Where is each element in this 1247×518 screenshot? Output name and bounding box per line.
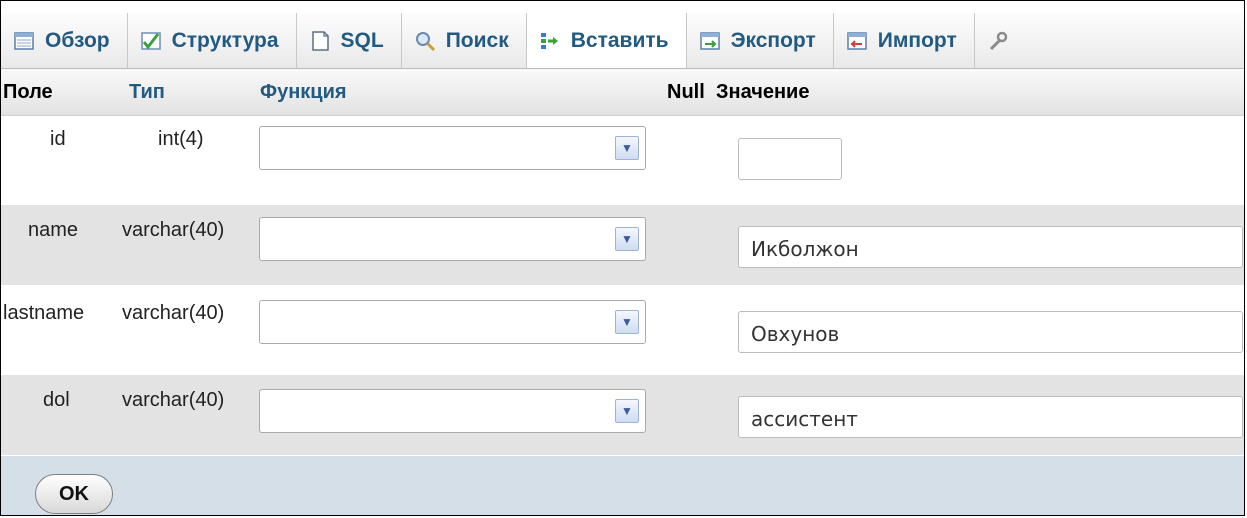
table-row: name varchar(40) ▼ Икболжон [1, 205, 1244, 285]
tab-insert-label: Вставить [570, 28, 669, 52]
value-input[interactable]: Овхунов [738, 311, 1243, 353]
value-input[interactable] [738, 138, 842, 180]
table-row: id int(4) ▼ [1, 116, 1244, 196]
table-row: lastname varchar(40) ▼ Овхунов [1, 290, 1244, 370]
table-row: dol varchar(40) ▼ ассистент [1, 375, 1244, 455]
tab-operations[interactable] [975, 13, 1009, 68]
field-name: name [28, 219, 79, 241]
field-name: lastname [3, 302, 85, 324]
field-type: varchar(40) [122, 219, 225, 241]
function-select[interactable]: ▼ [259, 300, 646, 344]
tab-bar: Обзор Структура SQL Поиск Вставить Экспо… [1, 13, 1244, 69]
tab-export[interactable]: Экспорт [687, 13, 834, 68]
tab-browse-label: Обзор [45, 28, 110, 52]
chevron-down-icon: ▼ [615, 227, 639, 251]
chevron-down-icon: ▼ [615, 310, 639, 334]
insert-icon [540, 32, 558, 49]
function-select[interactable]: ▼ [259, 217, 646, 261]
tab-import[interactable]: Импорт [834, 13, 975, 68]
export-icon [699, 31, 720, 50]
sql-icon [311, 30, 329, 51]
function-select[interactable]: ▼ [259, 126, 646, 170]
field-type: int(4) [158, 128, 204, 150]
header-value: Значение [716, 81, 810, 103]
tab-sql[interactable]: SQL [297, 13, 402, 68]
tab-sql-label: SQL [340, 28, 384, 52]
header-null: Null [667, 81, 705, 103]
column-header-row: Поле Тип Функция Null Значение [1, 69, 1244, 116]
tab-insert[interactable]: Вставить [526, 13, 687, 68]
structure-icon [140, 31, 161, 50]
header-field: Поле [3, 81, 53, 103]
search-icon [415, 31, 435, 51]
tab-export-label: Экспорт [730, 28, 816, 52]
browse-icon [14, 31, 34, 50]
tab-search[interactable]: Поиск [402, 13, 527, 68]
value-input[interactable]: ассистент [738, 396, 1243, 438]
import-icon [847, 31, 867, 50]
tab-browse[interactable]: Обзор [1, 13, 128, 68]
field-type: varchar(40) [122, 389, 225, 411]
insert-form-frame: Обзор Структура SQL Поиск Вставить Экспо… [0, 0, 1245, 516]
form-footer: OK [1, 456, 1244, 515]
header-type[interactable]: Тип [129, 81, 165, 104]
chevron-down-icon: ▼ [615, 136, 639, 160]
chevron-down-icon: ▼ [615, 399, 639, 423]
tab-structure-label: Структура [171, 28, 279, 52]
header-function[interactable]: Функция [260, 81, 347, 104]
field-name: id [50, 128, 66, 150]
field-type: varchar(40) [122, 302, 225, 324]
tab-import-label: Импорт [877, 28, 957, 52]
operations-icon [989, 31, 1007, 50]
field-name: dol [43, 389, 70, 411]
function-select[interactable]: ▼ [259, 389, 646, 433]
tab-search-label: Поиск [445, 28, 509, 52]
value-input[interactable]: Икболжон [738, 226, 1243, 268]
ok-button[interactable]: OK [35, 474, 113, 514]
tab-structure[interactable]: Структура [128, 13, 297, 68]
